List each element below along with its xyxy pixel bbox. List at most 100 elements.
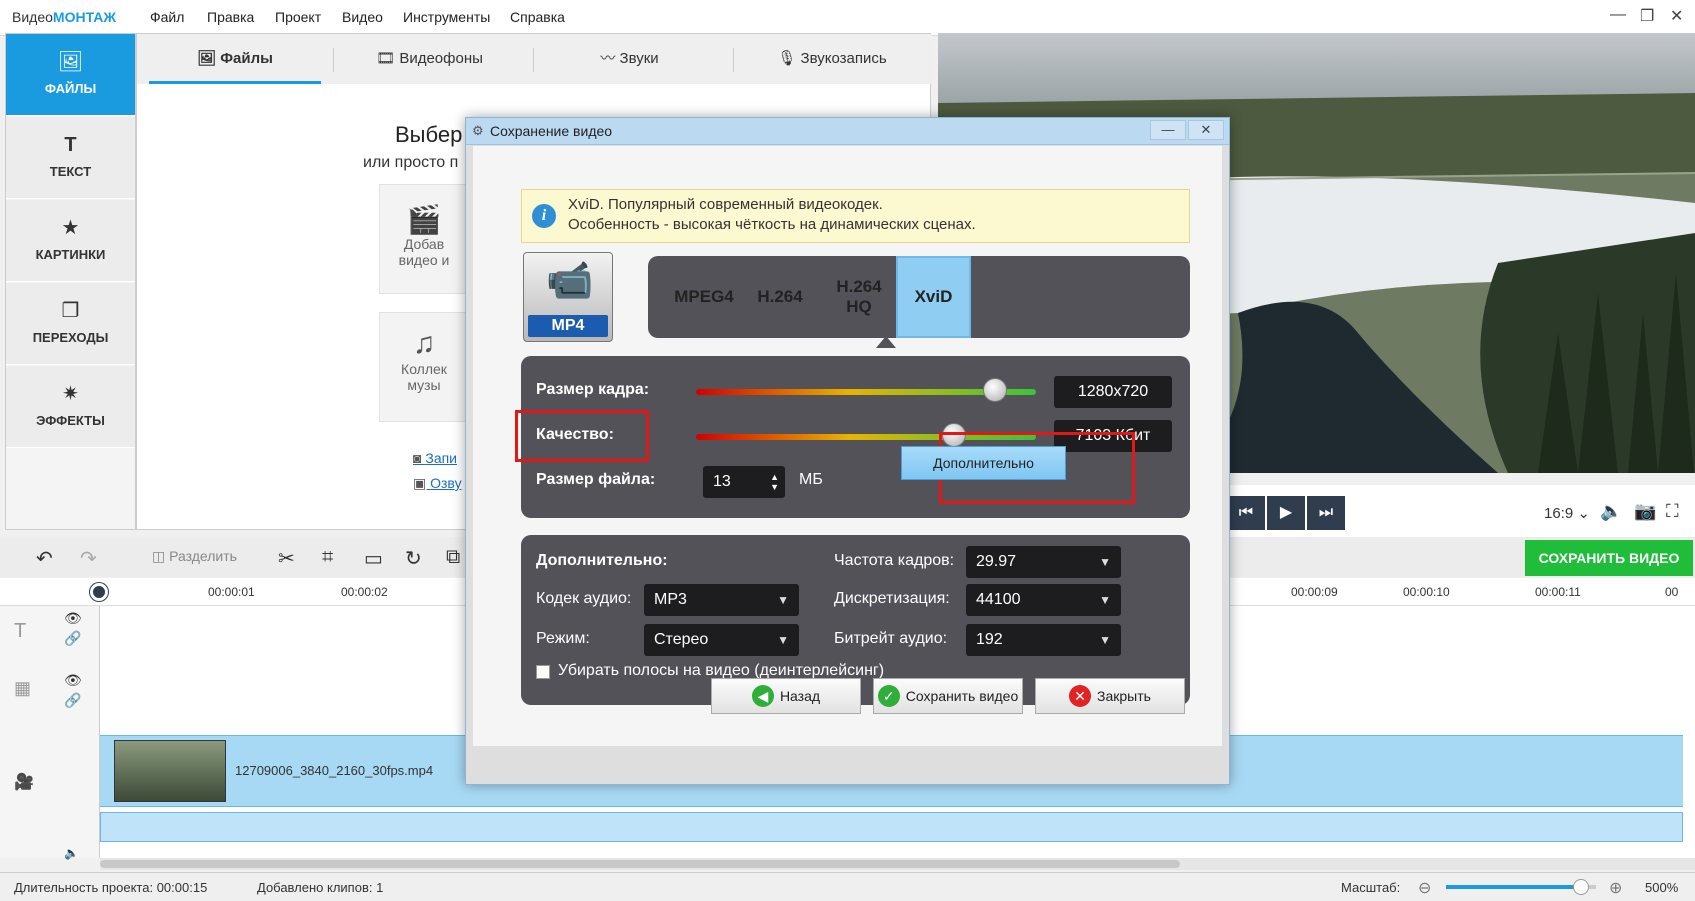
nav-item-text[interactable]: T ТЕКСТ [6,117,135,199]
stepper-icon[interactable]: ▲ ▼ [770,464,779,492]
scissors-icon[interactable]: ✂ [278,546,295,571]
clips-count: Добавлено клипов: 1 [257,880,384,895]
image-icon: 🖼 [57,51,84,73]
close-icon[interactable]: ✕ [1670,6,1683,26]
zoom-slider-thumb[interactable] [1573,879,1589,895]
resize-icon[interactable]: ⧉ [446,546,460,569]
frame-size-label: Размер кадра: [536,381,650,398]
link-icon[interactable]: 🔗 [64,692,81,709]
undo-icon[interactable]: ↶ [36,546,53,571]
wand-icon: ✷ [62,383,79,405]
tick-label: 00:00:01 [208,585,255,599]
waveform-icon: 〰 [600,50,616,67]
play-icon[interactable]: ▶ [1267,496,1305,530]
menu-file[interactable]: Файл [150,9,184,25]
nav-item-transitions[interactable]: ❐ ПЕРЕХОДЫ [6,283,135,365]
skip-back-icon[interactable]: ⏮ [1227,496,1265,530]
mode-select[interactable]: Стерео ▼ [644,624,799,656]
camera-icon[interactable]: 📷 [1634,501,1656,522]
quality-highlight [515,410,649,462]
maximize-icon[interactable]: ❐ [1640,6,1654,26]
menu-edit[interactable]: Правка [207,9,254,25]
tick-label: 00:00:02 [341,585,388,599]
menu-help[interactable]: Справка [510,9,565,25]
advanced-button[interactable]: Дополнительно [901,446,1066,480]
tab-backgrounds[interactable]: 🎞 Видеофоны [337,34,522,84]
tab-sounds[interactable]: 〰 Звуки [537,34,722,84]
tick-label: 00 [1665,585,1679,599]
transitions-icon: ❐ [61,300,80,322]
zoom-out-icon[interactable]: ⊖ [1418,878,1431,898]
volume-icon[interactable]: 🔈 [1600,501,1622,522]
codec-h264[interactable]: H.264 [744,256,816,338]
nav-item-label: ЭФФЕКТЫ [36,413,105,428]
dialog-close-icon[interactable]: ✕ [1188,120,1224,140]
nav-item-effects[interactable]: ✷ ЭФФЕКТЫ [6,366,135,448]
split-icon: ◫ [152,548,170,564]
save-video-dialog: ⚙ Сохранение видео — ✕ i XviD. Популярны… [465,117,1230,785]
codec-xvid[interactable]: XviD [896,256,971,338]
menu-tools[interactable]: Инструменты [403,9,490,25]
close-button[interactable]: ✕ Закрыть [1035,678,1185,714]
eye-icon[interactable]: 👁 [64,610,82,627]
eye-icon[interactable]: 👁 [64,672,82,689]
check-icon: ✓ [877,685,900,708]
voiceover-link[interactable]: ▣ Озву [413,475,462,492]
menu-video[interactable]: Видео [342,9,383,25]
redo-icon[interactable]: ↷ [80,546,97,571]
crop-icon[interactable]: ⌗ [322,546,333,569]
save-video-button[interactable]: СОХРАНИТЬ ВИДЕО [1525,540,1693,576]
tick-label: 00:00:11 [1535,585,1581,599]
dropdown-arrow-icon: ▼ [1099,633,1111,647]
audio-codec-select[interactable]: MP3 ▼ [644,584,799,616]
codec-h264-hq[interactable]: H.264 HQ [820,256,898,338]
frame-size-slider-thumb[interactable] [983,378,1008,402]
nav-item-label: ПЕРЕХОДЫ [32,330,109,345]
timeline-scrollbar[interactable] [100,858,1695,870]
codec-pointer [876,336,896,348]
zoom-label: Масштаб: [1341,880,1401,895]
fps-select[interactable]: 29.97 ▼ [966,546,1121,578]
codec-info-box: i XviD. Популярный современный видеокоде… [521,189,1190,243]
file-size-input[interactable]: 13 ▲ ▼ [703,466,785,498]
back-button[interactable]: ◀ Назад [711,678,861,714]
rotate-icon[interactable]: ↻ [405,546,422,571]
mode-label: Режим: [536,630,590,647]
audio-clip-row[interactable] [100,812,1683,842]
minimize-icon[interactable]: — [1610,6,1626,24]
split-button[interactable]: ◫ Разделить [152,548,237,565]
add-video-card[interactable]: 🎬 Добав видео и [379,184,469,294]
dropdown-arrow-icon: ▼ [1099,555,1111,569]
codec-mpeg4[interactable]: MPEG4 [664,256,744,338]
audio-bitrate-select[interactable]: 192 ▼ [966,624,1121,656]
nav-item-files[interactable]: 🖼 ФАЙЛЫ [6,34,135,116]
deinterlace-checkbox[interactable] [536,665,550,679]
nav-item-label: КАРТИНКИ [35,247,106,262]
menu-project[interactable]: Проект [275,9,321,25]
format-mp4-tile[interactable]: 📹 MP4 [523,252,613,342]
file-size-unit: МБ [799,471,823,488]
dialog-body: i XviD. Популярный современный видеокоде… [473,146,1222,746]
film-camera-icon: 🎬 [406,204,442,235]
text-track-icon: T [14,620,27,642]
dialog-titlebar: ⚙ Сохранение видео — ✕ [466,118,1229,145]
frame-icon[interactable]: ▭ [364,546,383,571]
link-icon[interactable]: 🔗 [64,630,81,647]
save-button[interactable]: ✓ Сохранить видео [873,678,1023,714]
playhead[interactable] [90,583,108,601]
nav-item-images[interactable]: ★ КАРТИНКИ [6,200,135,282]
tab-files[interactable]: 🖼 Файлы [149,34,321,84]
record-link[interactable]: ◙ Запи [413,450,457,466]
clip-thumbnail [114,740,226,802]
zoom-slider[interactable] [1446,879,1596,895]
skip-forward-icon[interactable]: ⏭ [1307,496,1345,530]
tab-recording[interactable]: 🎙 Звукозапись [737,34,927,84]
scrollbar-thumb[interactable] [100,860,1180,868]
sampling-select[interactable]: 44100 ▼ [966,584,1121,616]
dialog-minimize-icon[interactable]: — [1150,120,1186,140]
fullscreen-icon[interactable]: ⛶ [1666,501,1679,522]
voiceover-icon: ▣ [413,475,431,491]
aspect-ratio-select[interactable]: 16:9 ⌄ [1544,504,1590,522]
zoom-in-icon[interactable]: ⊕ [1609,878,1622,898]
music-collection-card[interactable]: ♫ Коллек музы [379,312,469,422]
